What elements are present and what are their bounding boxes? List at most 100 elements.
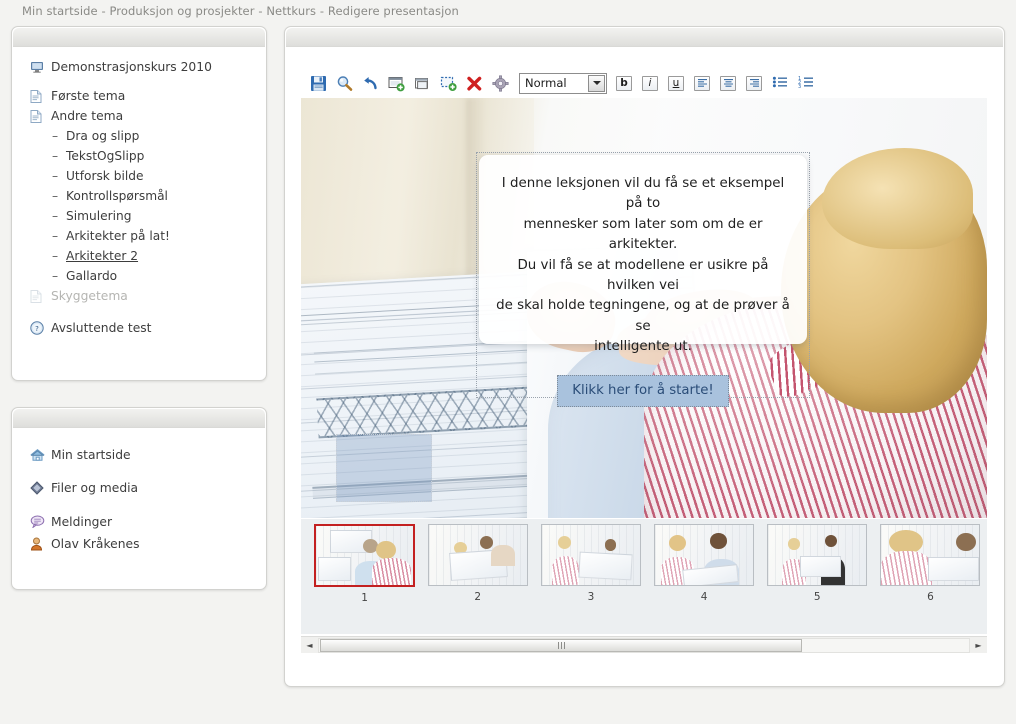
- align-left-button[interactable]: [689, 70, 715, 96]
- sidebar-item-meldinger[interactable]: Meldinger: [30, 511, 266, 532]
- numbered-list-icon: 123: [798, 74, 815, 93]
- sidebar-item-min-startside[interactable]: Min startside: [30, 444, 266, 465]
- svg-text:?: ?: [35, 325, 39, 333]
- align-left-icon: [694, 75, 710, 91]
- slide-thumbnail[interactable]: [880, 524, 981, 586]
- sidebar-item-utforsk-bilde[interactable]: – Utforsk bilde: [30, 166, 266, 186]
- tree-item-course[interactable]: Demonstrasjonskurs 2010: [30, 57, 266, 77]
- sidebar-item-avsluttende-test[interactable]: ? Avsluttende test: [30, 318, 266, 338]
- align-right-button[interactable]: [741, 70, 767, 96]
- lesson-intro-line-3: Du vil få se at modellene er usikre på h…: [517, 257, 769, 294]
- paragraph-style-select[interactable]: Normal: [519, 72, 607, 94]
- lesson-intro-line-4: de skal holde tegningene, og at de prøve…: [496, 298, 790, 334]
- sidebar-item-user-profile[interactable]: Olav Kråkenes: [30, 533, 266, 554]
- sidebar-link-label: Filer og media: [51, 480, 139, 495]
- duplicate-button[interactable]: [409, 70, 435, 96]
- document-icon: [30, 289, 50, 303]
- document-icon: [30, 109, 50, 123]
- tree-item-course-label: Demonstrasjonskurs 2010: [51, 60, 212, 74]
- thumbnail-number: 1: [361, 592, 368, 604]
- document-icon: [30, 89, 50, 103]
- scroll-right-button[interactable]: ►: [970, 637, 987, 654]
- slide-canvas[interactable]: I denne leksjonen vil du få se et eksemp…: [301, 98, 987, 518]
- add-region-button[interactable]: [435, 70, 461, 96]
- sidebar-item-arkitekter-pa-lat[interactable]: – Arkitekter på lat!: [30, 226, 266, 246]
- sidebar-item-dra-og-slipp[interactable]: – Dra og slipp: [30, 126, 266, 146]
- bullet-dash: –: [52, 229, 59, 243]
- italic-label: i: [642, 75, 658, 91]
- preview-button[interactable]: [331, 70, 357, 96]
- undo-button[interactable]: [357, 70, 383, 96]
- sidebar-item-tekstogslipp[interactable]: – TekstOgSlipp: [30, 146, 266, 166]
- align-center-icon: [720, 75, 736, 91]
- user-icon: [30, 537, 50, 551]
- add-slide-button[interactable]: [383, 70, 409, 96]
- sidebar-item-gallardo[interactable]: – Gallardo: [30, 266, 266, 286]
- sidebar-item-label: Utforsk bilde: [66, 169, 144, 183]
- quick-links: Min startside Filer og media Meldinger O…: [12, 428, 266, 554]
- delete-button[interactable]: [461, 70, 487, 96]
- course-tree: Demonstrasjonskurs 2010 Første tema Andr…: [12, 47, 266, 338]
- bullet-dash: –: [52, 249, 59, 263]
- align-center-button[interactable]: [715, 70, 741, 96]
- list-item[interactable]: 4: [648, 524, 761, 604]
- list-item[interactable]: 6: [874, 524, 987, 604]
- presentation-editor-panel: Normal b i u 1 2 3 I denne leksjonen vil…: [284, 26, 1005, 687]
- course-tree-panel: Demonstrasjonskurs 2010 Første tema Andr…: [11, 26, 267, 381]
- filmstrip-scrollbar[interactable]: ◄ ►: [301, 636, 987, 653]
- save-button[interactable]: [305, 70, 331, 96]
- links-panel-header: [13, 409, 265, 428]
- tree-panel-header: [13, 28, 265, 47]
- slide-filmstrip[interactable]: 1 2 3 4 5 6: [301, 519, 987, 634]
- bold-button[interactable]: b: [611, 70, 637, 96]
- lesson-intro-card[interactable]: I denne leksjonen vil du få se et eksemp…: [479, 155, 807, 407]
- breadcrumb[interactable]: Min startside - Produksjon og prosjekter…: [22, 4, 459, 18]
- settings-button[interactable]: [487, 70, 513, 96]
- list-item[interactable]: 5: [761, 524, 874, 604]
- bullet-dash: –: [52, 129, 59, 143]
- sidebar-item-label: Gallardo: [66, 269, 118, 283]
- thumbnail-number: 6: [927, 591, 934, 603]
- sidebar-item-filer-og-media[interactable]: Filer og media: [30, 477, 266, 498]
- bullet-dash: –: [52, 189, 59, 203]
- sidebar-link-label: Meldinger: [51, 514, 113, 529]
- sidebar-item-andre-tema[interactable]: Andre tema: [30, 106, 266, 126]
- chevron-down-icon[interactable]: [588, 74, 605, 92]
- lesson-intro-line-1: I denne leksjonen vil du få se et eksemp…: [501, 176, 785, 212]
- scrollbar-track[interactable]: [318, 637, 970, 653]
- list-item[interactable]: 3: [534, 524, 647, 604]
- slide-thumbnail[interactable]: [427, 524, 528, 586]
- bullet-dash: –: [52, 149, 59, 163]
- sidebar-item-label: Arkitekter 2: [66, 249, 139, 263]
- sidebar-item-simulering[interactable]: – Simulering: [30, 206, 266, 226]
- sidebar-item-label: Skyggetema: [51, 289, 128, 303]
- bullet-dash: –: [52, 169, 59, 183]
- slide-thumbnail[interactable]: [767, 524, 868, 586]
- sidebar-link-label: Olav Kråkenes: [51, 536, 140, 551]
- list-item[interactable]: 2: [421, 524, 534, 604]
- underline-button[interactable]: u: [663, 70, 689, 96]
- lesson-intro-line-5: intelligente ut.: [594, 339, 692, 355]
- sidebar-item-label: Dra og slipp: [66, 129, 140, 143]
- diamond-icon: [30, 480, 50, 495]
- editor-panel-header: [286, 28, 1003, 47]
- list-item[interactable]: 1: [308, 524, 421, 604]
- bullet-list-button[interactable]: [767, 70, 793, 96]
- start-lesson-button[interactable]: Klikk her for å starte!: [557, 374, 729, 407]
- lesson-intro-line-2: mennesker som later som om de er arkitek…: [523, 216, 763, 253]
- slide-thumbnail[interactable]: [314, 524, 416, 587]
- image-region-selection[interactable]: [336, 434, 432, 502]
- slide-thumbnail[interactable]: [540, 524, 641, 586]
- numbered-list-button[interactable]: 123: [793, 70, 819, 96]
- sidebar-item-label: Andre tema: [51, 109, 124, 123]
- slide-thumbnail[interactable]: [654, 524, 755, 586]
- scroll-left-button[interactable]: ◄: [301, 637, 318, 654]
- sidebar-item-forste-tema[interactable]: Første tema: [30, 86, 266, 106]
- sidebar-item-arkitekter-2[interactable]: – Arkitekter 2: [30, 246, 266, 266]
- sidebar-item-kontrollsporsmal[interactable]: – Kontrollspørsmål: [30, 186, 266, 206]
- italic-button[interactable]: i: [637, 70, 663, 96]
- scrollbar-thumb[interactable]: [320, 638, 802, 652]
- sidebar-item-skyggetema[interactable]: Skyggetema: [30, 286, 266, 306]
- align-right-icon: [746, 75, 762, 91]
- thumbnail-number: 3: [587, 591, 595, 603]
